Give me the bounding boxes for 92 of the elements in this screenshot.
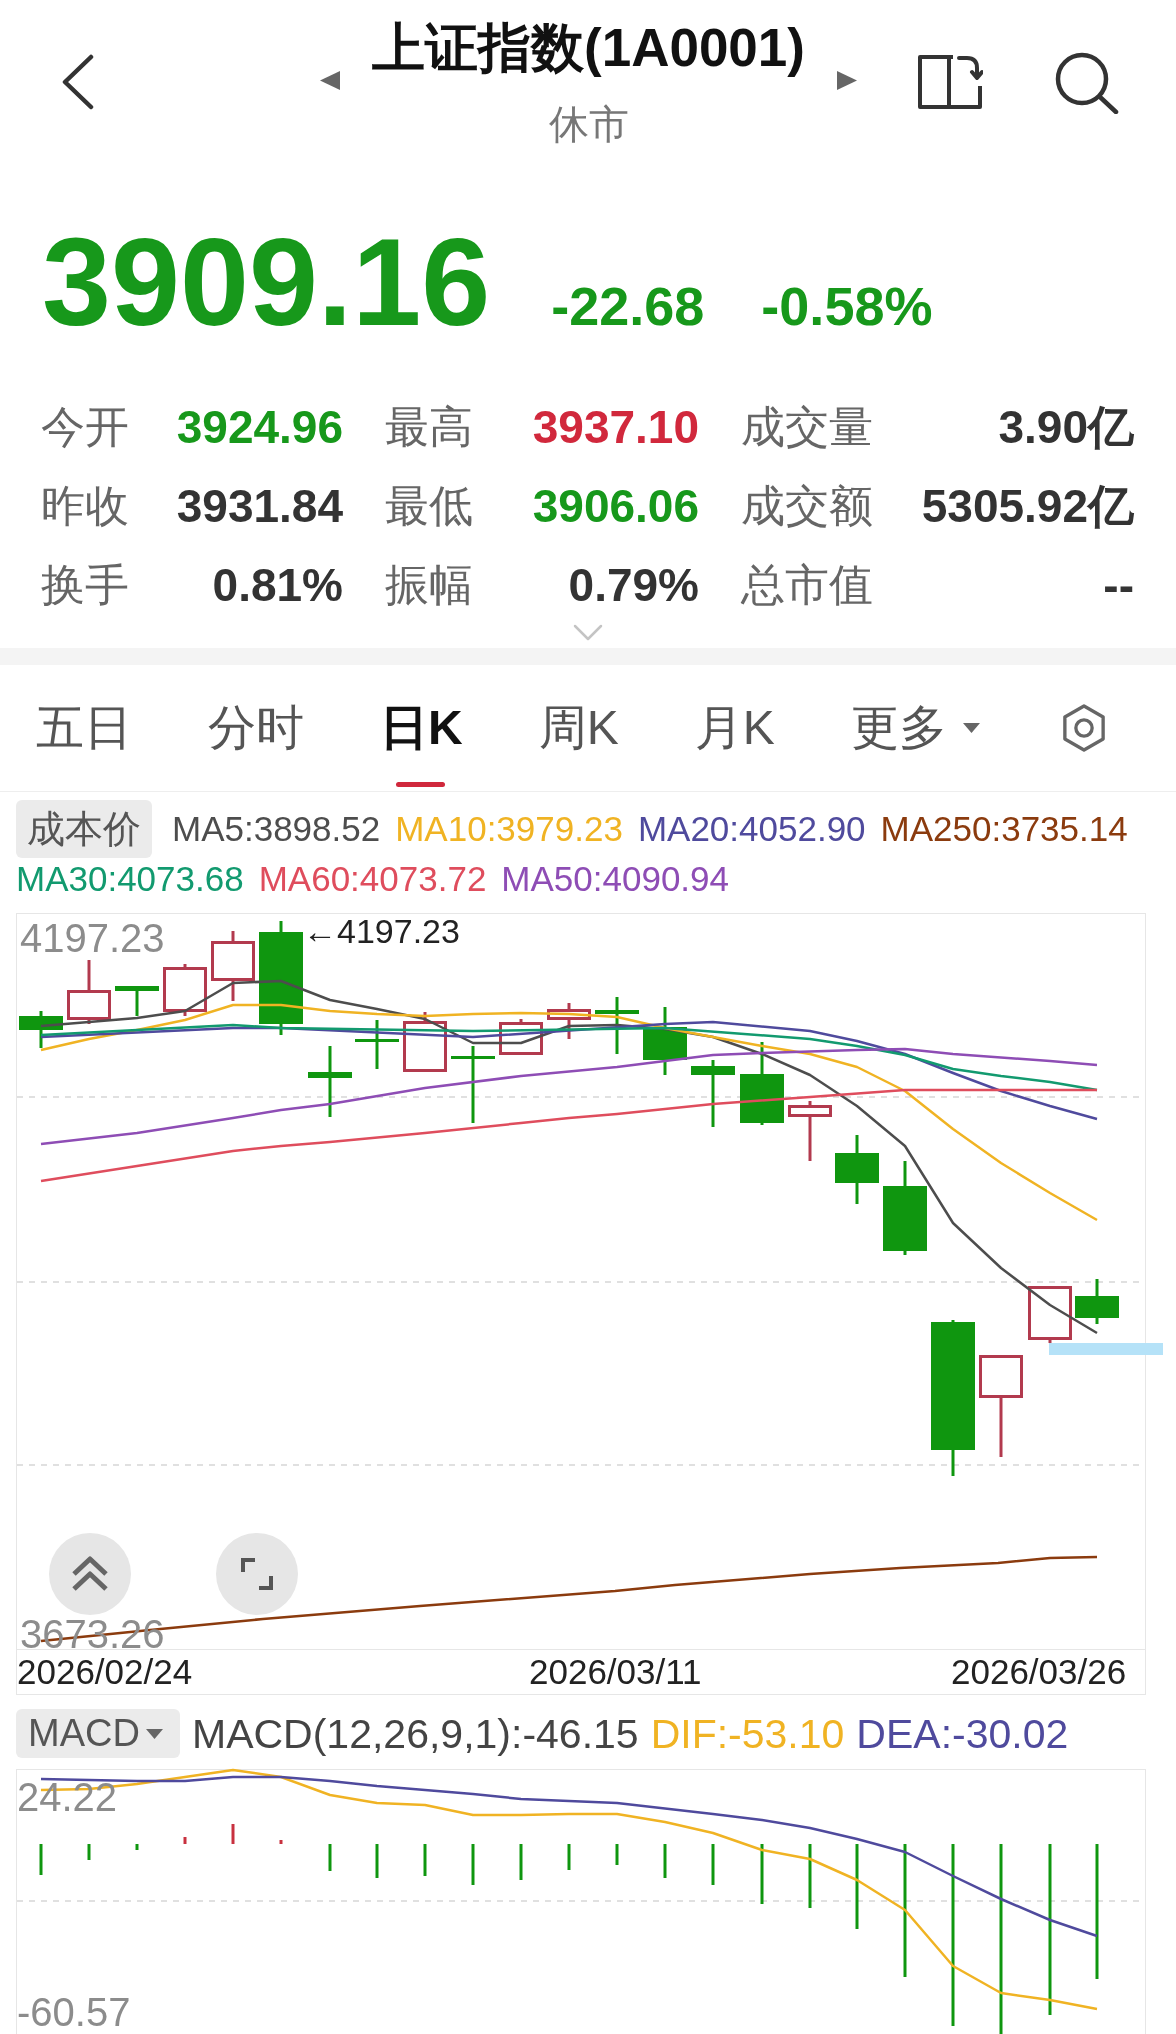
moving-average-value: MA50:4090.94 xyxy=(501,858,729,900)
stat-label: 昨收 xyxy=(41,480,129,531)
histogram-bar xyxy=(663,1844,667,1878)
triangle-left-icon[interactable] xyxy=(320,71,340,90)
histogram-bar xyxy=(615,1844,619,1865)
axis-date-label: 2026/03/26 xyxy=(951,1653,1127,1691)
percent-change: -0.58% xyxy=(761,279,933,333)
caret-icon xyxy=(962,723,980,733)
indicator-selector[interactable]: MACD xyxy=(16,1709,180,1758)
candlestick xyxy=(1028,1286,1072,1343)
axis-date-label: 2026/03/11 xyxy=(529,1653,702,1691)
peak-value-label: ←4197.23 xyxy=(303,914,460,948)
stat-label: 今开 xyxy=(41,401,129,452)
stat-label: 成交额 xyxy=(741,480,873,531)
histogram-bar xyxy=(231,1824,235,1844)
candlestick xyxy=(499,1019,543,1055)
fullscreen-icon xyxy=(241,1558,273,1590)
caret-icon xyxy=(145,1728,163,1739)
moving-average-value: MA20:4052.90 xyxy=(637,808,866,850)
axis-value-label: 4197.23 xyxy=(20,920,165,956)
chart-tab[interactable]: 五日 xyxy=(36,665,132,791)
histogram-bar xyxy=(808,1844,812,1908)
chart-tab[interactable]: 月K xyxy=(694,665,775,791)
candlestick xyxy=(547,1003,591,1039)
stat-value: 0.79% xyxy=(568,558,699,611)
stat-label: 振幅 xyxy=(385,559,473,610)
moving-average-value: MA250:3735.14 xyxy=(880,808,1128,850)
stat-value: 3937.10 xyxy=(532,400,699,453)
stat-label: 换手 xyxy=(41,559,129,610)
candlestick xyxy=(788,1101,832,1161)
macd-reading: DEA:-30.02 xyxy=(856,1709,1069,1758)
chart-tab[interactable]: 更多 xyxy=(850,665,980,791)
market-status: 休市 xyxy=(548,102,629,146)
candlestick xyxy=(308,1046,352,1117)
histogram-bar xyxy=(39,1844,43,1875)
histogram-bar xyxy=(519,1844,523,1880)
candlestick xyxy=(19,1011,63,1048)
candlestick xyxy=(691,1060,735,1127)
stat-value: 5305.92亿 xyxy=(921,479,1134,532)
stat-value: 3924.96 xyxy=(176,400,343,453)
price-change: -22.68 xyxy=(551,279,705,333)
histogram-bar xyxy=(375,1844,379,1878)
stat-value: 3.90亿 xyxy=(998,400,1134,453)
macd-reading: DIF:-53.10 xyxy=(650,1709,845,1758)
stat-label: 成交量 xyxy=(741,401,873,452)
settings-icon[interactable] xyxy=(1062,704,1106,752)
candlestick xyxy=(67,960,111,1024)
histogram-bar xyxy=(279,1840,283,1844)
stat-label: 最高 xyxy=(385,401,473,452)
histogram-bar xyxy=(87,1844,91,1860)
cost-price-button[interactable]: 成本价 xyxy=(16,800,152,858)
last-price: 3909.16 xyxy=(42,220,491,344)
axis-date-label: 2026/02/24 xyxy=(17,1653,193,1691)
chart-tab[interactable]: 分时 xyxy=(208,665,304,791)
histogram-bar xyxy=(471,1844,475,1885)
histogram-bar xyxy=(183,1837,187,1844)
histogram-bar xyxy=(567,1844,571,1870)
index-title: 上证指数(1A0001) xyxy=(372,18,805,78)
chart-tab[interactable]: 周K xyxy=(538,665,619,791)
stat-label: 总市值 xyxy=(741,559,873,610)
stat-value: -- xyxy=(1103,558,1134,611)
axis-value-label: 24.22 xyxy=(17,1779,118,1815)
histogram-bar xyxy=(760,1844,764,1904)
histogram-bar xyxy=(328,1844,332,1871)
histogram-bar xyxy=(423,1844,427,1876)
candlestick xyxy=(595,997,639,1054)
axis-value-label: -60.57 xyxy=(17,1994,131,2030)
histogram-bar xyxy=(711,1844,715,1885)
back-icon[interactable] xyxy=(61,54,94,110)
candlestick xyxy=(211,931,255,1001)
split-screen-icon[interactable] xyxy=(917,52,983,110)
candlestick xyxy=(835,1135,879,1204)
macd-reading: MACD(12,26,9,1):-46.15 xyxy=(192,1709,639,1758)
stat-value: 0.81% xyxy=(212,558,343,611)
histogram-bar xyxy=(135,1844,139,1850)
moving-average-value: MA5:3898.52 xyxy=(172,808,381,850)
moving-average-value: MA10:3979.23 xyxy=(395,808,623,850)
search-icon[interactable] xyxy=(1054,51,1119,114)
candlestick xyxy=(163,964,207,1016)
moving-average-value: MA30:4073.68 xyxy=(16,858,244,900)
stat-value: 3931.84 xyxy=(176,479,343,532)
candlestick xyxy=(403,1012,447,1072)
moving-average-value: MA60:4073.72 xyxy=(258,858,487,900)
chart-tab[interactable]: 日K xyxy=(380,665,463,791)
stat-label: 最低 xyxy=(385,480,473,531)
double-chevron-up-icon xyxy=(71,1556,109,1592)
candlestick xyxy=(115,986,159,1016)
candlestick xyxy=(1075,1279,1119,1324)
stat-value: 3906.06 xyxy=(532,479,699,532)
candlestick xyxy=(355,1020,399,1069)
triangle-right-icon[interactable] xyxy=(837,71,857,90)
candlestick xyxy=(643,1007,687,1075)
